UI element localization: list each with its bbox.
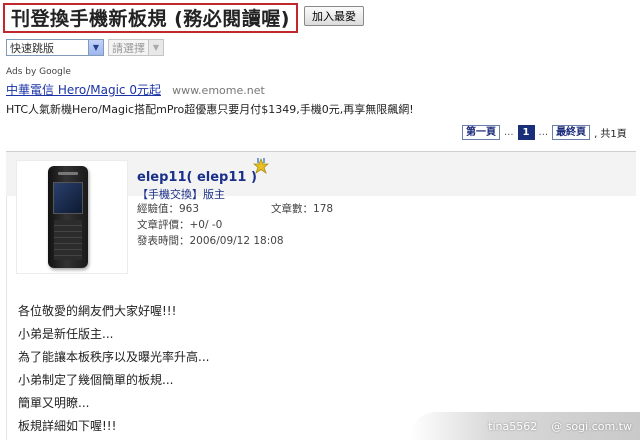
last-page-button[interactable]: 最終頁 bbox=[552, 125, 591, 140]
watermark: tina5562 @ sogi.com.tw bbox=[410, 412, 640, 440]
page-title: 刊登換手機新板規 (務必閱讀喔) bbox=[11, 8, 290, 30]
quick-jump-select[interactable]: 快速跳版 ▼ bbox=[6, 39, 104, 56]
articles-value: 178 bbox=[313, 203, 334, 215]
user-role: 【手機交換】版主 bbox=[137, 188, 225, 201]
exp-label: 經驗值： bbox=[137, 203, 179, 215]
post-line: 各位敬愛的網友們大家好喔!!! bbox=[18, 304, 177, 318]
stats-row-2: 文章評價：+0/ -0 bbox=[137, 217, 333, 233]
watermark-site: @ sogi.com.tw bbox=[551, 419, 632, 433]
ad-url[interactable]: www.emome.net bbox=[172, 84, 265, 97]
stats-row-3: 發表時間：2006/09/12 18:08 bbox=[137, 233, 333, 249]
post-line: 簡單又明瞭... bbox=[18, 396, 90, 410]
sub-board-select[interactable]: 請選擇 ▼ bbox=[108, 39, 164, 56]
google-ads: Ads by Google 中華電信 Hero/Magic 0元起 www.em… bbox=[6, 67, 414, 117]
first-page-button[interactable]: 第一頁 bbox=[462, 125, 500, 140]
page-total: , 共1頁 bbox=[594, 129, 627, 140]
exp-value: 963 bbox=[179, 203, 200, 215]
articles-label: 文章數： bbox=[271, 203, 314, 215]
user-stats: 經驗值：963 文章數：178 文章評價：+0/ -0 發表時間：2006/09/… bbox=[137, 201, 333, 249]
post-line: 小弟制定了幾個簡單的板規... bbox=[18, 373, 174, 387]
user-info: elep11( elep11 ) 【手機交換】版主 bbox=[137, 158, 269, 202]
phone-keypad bbox=[54, 220, 82, 260]
sub-board-placeholder: 請選擇 bbox=[112, 41, 145, 55]
ad-title-link[interactable]: 中華電信 Hero/Magic 0元起 bbox=[6, 83, 161, 97]
watermark-user: tina5562 bbox=[488, 419, 538, 433]
title-box: 刊登換手機新板規 (務必閱讀喔) bbox=[3, 3, 298, 33]
user-name-link[interactable]: elep11( elep11 ) bbox=[137, 170, 257, 185]
pager-dots-right: ... bbox=[538, 127, 549, 138]
time-value: 2006/09/12 18:08 bbox=[189, 235, 284, 247]
stats-row-1: 經驗值：963 文章數：178 bbox=[137, 201, 333, 217]
post-line: 小弟是新任版主... bbox=[18, 327, 114, 341]
ad-title-row: 中華電信 Hero/Magic 0元起 www.emome.net bbox=[6, 79, 414, 98]
header: 刊登換手機新板規 (務必閱讀喔) 加入最愛 bbox=[3, 3, 364, 33]
post-line: 為了能讓本板秩序以及曝光率升高... bbox=[18, 350, 210, 364]
chevron-down-icon[interactable]: ▼ bbox=[148, 40, 163, 55]
post-content: 各位敬愛的網友們大家好喔!!! 小弟是新任版主... 為了能讓本板秩序以及曝光率… bbox=[18, 300, 209, 438]
ad-description: HTC人氣新機Hero/Magic搭配mPro超優惠只要月付$1349,手機0元… bbox=[6, 103, 414, 116]
board-select-bar: 快速跳版 ▼ 請選擇 ▼ bbox=[6, 39, 164, 56]
time-label: 發表時間： bbox=[137, 235, 190, 247]
pagination: 第一頁 ... 1 ... 最終頁 , 共1頁 bbox=[462, 125, 627, 140]
phone-avatar-image bbox=[48, 166, 88, 268]
rating-value: +0/ -0 bbox=[189, 219, 223, 231]
quick-jump-value: 快速跳版 bbox=[10, 41, 54, 55]
moderator-star-icon bbox=[253, 158, 269, 175]
pager-dots-left: ... bbox=[504, 127, 514, 138]
phone-speaker bbox=[58, 172, 78, 175]
add-favorite-button[interactable]: 加入最愛 bbox=[303, 6, 364, 26]
post-line: 板規詳細如下喔!!! bbox=[18, 419, 117, 433]
chevron-down-icon[interactable]: ▼ bbox=[88, 40, 103, 55]
ads-by-google-label: Ads by Google bbox=[6, 67, 71, 77]
rating-label: 文章評價： bbox=[137, 219, 190, 231]
current-page: 1 bbox=[517, 125, 535, 140]
phone-screen bbox=[53, 182, 83, 214]
